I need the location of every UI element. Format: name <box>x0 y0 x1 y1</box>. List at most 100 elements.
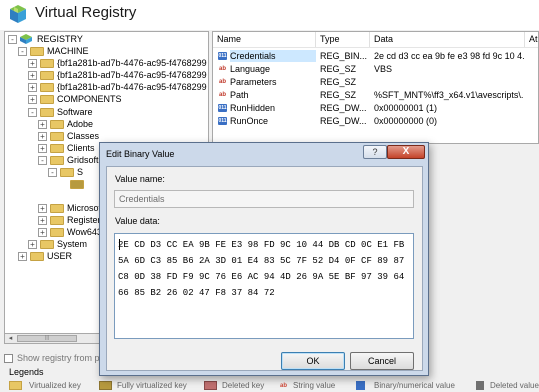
tree-node-registry[interactable]: - REGISTRY <box>8 33 208 45</box>
tree-node-machine[interactable]: - MACHINE <box>18 45 208 57</box>
collapse-toggle[interactable]: - <box>8 35 17 44</box>
deleted-folder-icon <box>204 381 217 390</box>
folder-icon <box>50 204 64 213</box>
dialog-body: Value name: Credentials Value data: 2E C… <box>106 166 423 371</box>
dialog-titlebar[interactable]: Edit Binary Value ? X <box>100 143 428 167</box>
folder-icon <box>50 228 64 237</box>
tree-node-label: Software <box>57 107 93 117</box>
expand-toggle[interactable]: + <box>38 144 47 153</box>
folder-icon <box>9 381 22 390</box>
tree-node-label: {bf1a281b-ad7b-4476-ac95-f4768299 <box>57 82 207 92</box>
tree-node-guid-2[interactable]: + {bf1a281b-ad7b-4476-ac95-f4768299 <box>28 69 208 81</box>
folder-icon <box>30 47 44 56</box>
expand-toggle[interactable]: + <box>28 59 37 68</box>
ok-button[interactable]: OK <box>281 352 345 370</box>
expand-toggle[interactable]: + <box>38 216 47 225</box>
tree-node-software[interactable]: - Software <box>28 106 208 118</box>
tree-node-label: MACHINE <box>47 46 89 56</box>
legend-label: Deleted key <box>222 381 265 390</box>
tree-node-label: Adobe <box>67 119 94 129</box>
value-type: REG_SZ <box>320 90 357 100</box>
help-button[interactable]: ? <box>363 145 387 159</box>
app-header: Virtual Registry <box>0 0 539 30</box>
column-header-type[interactable]: Type <box>316 32 370 47</box>
folder-icon <box>50 120 64 129</box>
table-row[interactable]: ab Language REG_SZ VBS <box>213 63 538 75</box>
tree-node-label: USER <box>47 251 73 261</box>
value-name: RunOnce <box>230 116 269 126</box>
tree-node-guid-3[interactable]: + {bf1a281b-ad7b-4476-ac95-f4768299 <box>28 81 208 93</box>
binary-value-icon: 011 <box>218 117 227 125</box>
expand-toggle[interactable]: + <box>18 252 27 261</box>
collapse-toggle[interactable]: - <box>28 108 37 117</box>
tree-node-components[interactable]: + COMPONENTS <box>28 93 208 105</box>
table-row[interactable]: ab Parameters REG_SZ <box>213 76 538 88</box>
tree-node-classes[interactable]: + Classes <box>38 130 208 142</box>
value-type: REG_SZ <box>320 64 357 74</box>
column-header-data[interactable]: Data <box>370 32 525 47</box>
hex-line: C8 0D 38 FD F9 9C 76 E6 AC 94 4D 26 9A 5… <box>118 272 405 282</box>
table-row[interactable]: 011 Credentials REG_BIN... 2e cd d3 cc e… <box>213 50 538 62</box>
expand-toggle[interactable]: + <box>28 71 37 80</box>
cancel-button[interactable]: Cancel <box>350 352 414 370</box>
tree-node-guid-1[interactable]: + {bf1a281b-ad7b-4476-ac95-f4768299 <box>28 57 208 69</box>
expand-toggle[interactable]: + <box>38 120 47 129</box>
dialog-title: Edit Binary Value <box>106 149 175 159</box>
edit-binary-value-dialog[interactable]: Edit Binary Value ? X Value name: Creden… <box>99 142 429 376</box>
value-type: REG_DW... <box>320 116 367 126</box>
value-name-field: Credentials <box>114 190 414 208</box>
scrollbar-grip: ||| <box>45 335 49 341</box>
value-name: Path <box>230 90 249 100</box>
expand-toggle[interactable]: + <box>28 83 37 92</box>
scroll-left-icon[interactable]: ◂ <box>5 334 16 343</box>
folder-icon <box>50 144 64 153</box>
scrollbar-thumb[interactable]: ||| <box>17 335 77 342</box>
legend-label: Fully virtualized key <box>117 381 187 390</box>
value-name: Parameters <box>230 77 277 87</box>
column-header-attributes[interactable]: At <box>525 32 538 47</box>
collapse-toggle[interactable]: - <box>38 156 47 165</box>
folder-icon <box>30 252 44 261</box>
expand-toggle[interactable]: + <box>38 204 47 213</box>
table-row[interactable]: ab Path REG_SZ %SFT_MNT%\ff3_x64.v1\aves… <box>213 89 538 101</box>
legend-virtualized-key: Virtualized key <box>9 380 99 391</box>
value-data: 2e cd d3 cc ea 9b fe e3 98 fd 9c 10 4... <box>374 51 524 61</box>
column-header-name[interactable]: Name <box>213 32 316 47</box>
legend-label: Virtualized key <box>29 381 81 390</box>
collapse-toggle[interactable]: - <box>18 47 27 56</box>
folder-icon <box>99 381 112 390</box>
string-value-icon: ab <box>218 79 226 85</box>
tree-node-label: {bf1a281b-ad7b-4476-ac95-f4768299 <box>57 70 207 80</box>
show-registry-checkbox[interactable] <box>4 354 13 363</box>
legend-deleted-value: Deleted value <box>476 380 539 391</box>
table-row[interactable]: 011 RunOnce REG_DW... 0x00000000 (0) <box>213 115 538 127</box>
close-button[interactable]: X <box>387 145 425 159</box>
header-divider <box>213 47 538 48</box>
folder-icon <box>50 132 64 141</box>
collapse-toggle[interactable]: - <box>48 168 57 177</box>
value-name: Language <box>230 64 271 74</box>
value-data-editor[interactable]: 2E CD D3 CC EA 9B FE E3 98 FD 9C 10 44 D… <box>114 233 414 339</box>
string-value-icon: ab <box>218 92 226 98</box>
expand-toggle[interactable]: + <box>38 228 47 237</box>
expand-toggle[interactable]: + <box>38 132 47 141</box>
expand-toggle[interactable]: + <box>28 95 37 104</box>
legend-fully-virtualized-key: Fully virtualized key <box>99 380 199 391</box>
values-table[interactable]: Name Type Data At 011 Credentials REG_BI… <box>212 31 539 144</box>
tree-node-label: {bf1a281b-ad7b-4476-ac95-f4768299 <box>57 58 207 68</box>
value-type: REG_SZ <box>320 77 357 87</box>
value-data: VBS <box>374 64 393 74</box>
tree-node-adobe[interactable]: + Adobe <box>38 118 208 130</box>
folder-icon <box>40 240 54 249</box>
folder-icon <box>70 180 84 189</box>
expand-toggle[interactable]: + <box>28 240 37 249</box>
tree-node-label: COMPONENTS <box>57 94 122 104</box>
folder-icon <box>50 216 64 225</box>
folder-icon <box>40 71 54 80</box>
tree-node-label: Clients <box>67 143 95 153</box>
legend-string-value: ab String value <box>280 380 350 391</box>
value-data: 0x00000000 (0) <box>374 116 438 126</box>
show-registry-option[interactable]: Show registry from p <box>4 353 104 364</box>
table-row[interactable]: 011 RunHidden REG_DW... 0x00000001 (1) <box>213 102 538 114</box>
folder-icon <box>50 156 64 165</box>
